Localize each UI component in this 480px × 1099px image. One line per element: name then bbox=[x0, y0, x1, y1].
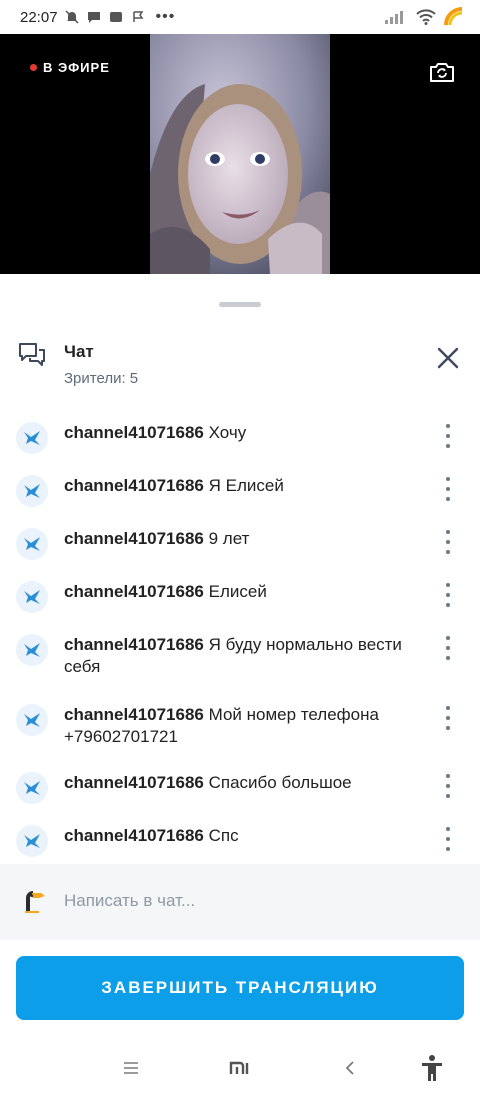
signal-icon bbox=[385, 11, 403, 24]
message-author[interactable]: channel41071686 bbox=[64, 705, 204, 724]
avatar[interactable] bbox=[16, 581, 48, 613]
viewer-count: Зрители: 5 bbox=[64, 370, 139, 387]
bird-avatar-icon bbox=[24, 643, 40, 657]
status-time: 22:07 bbox=[20, 8, 58, 26]
video-preview-area: В ЭФИРЕ bbox=[0, 34, 480, 274]
notification-icons bbox=[64, 9, 146, 25]
avatar[interactable] bbox=[16, 772, 48, 804]
toucan-avatar-icon bbox=[25, 891, 45, 913]
bird-avatar-icon bbox=[24, 590, 40, 604]
bird-avatar-icon bbox=[24, 781, 40, 795]
accessibility-nav-button[interactable] bbox=[418, 1054, 446, 1082]
system-navigation-bar bbox=[0, 1036, 480, 1099]
avatar[interactable] bbox=[16, 422, 48, 454]
message-text: 9 лет bbox=[208, 529, 250, 548]
message-more-button[interactable] bbox=[438, 475, 458, 503]
accessibility-icon bbox=[422, 1055, 442, 1081]
bird-avatar-icon bbox=[24, 484, 40, 498]
message-more-button[interactable] bbox=[438, 581, 458, 609]
chat-icon bbox=[19, 343, 45, 366]
live-badge: В ЭФИРЕ bbox=[30, 60, 110, 75]
close-icon[interactable] bbox=[434, 344, 462, 372]
camera-feed-image bbox=[150, 34, 330, 274]
message-more-button[interactable] bbox=[438, 422, 458, 450]
bird-avatar-icon bbox=[24, 713, 40, 727]
chat-sheet: Чат Зрители: 5 channel41071686 Хочу chan… bbox=[0, 274, 480, 1099]
message-author[interactable]: channel41071686 bbox=[64, 773, 204, 792]
bird-avatar-icon bbox=[24, 834, 40, 848]
bird-avatar-icon bbox=[24, 431, 40, 445]
home-nav-button[interactable] bbox=[226, 1054, 254, 1082]
battery-icon bbox=[444, 7, 463, 26]
message-text: Елисей bbox=[208, 582, 267, 601]
avatar[interactable] bbox=[16, 704, 48, 736]
chat-message-input[interactable] bbox=[64, 891, 444, 911]
flag-icon bbox=[132, 11, 143, 22]
message-icon bbox=[87, 12, 100, 23]
message-text: Спасибо большое bbox=[208, 773, 352, 792]
message-more-button[interactable] bbox=[438, 704, 458, 732]
message-text: Спс bbox=[208, 826, 239, 845]
message-text: Я Елисей bbox=[208, 476, 284, 495]
message-text: Хочу bbox=[208, 423, 247, 442]
sheet-drag-handle[interactable] bbox=[219, 302, 261, 307]
vk-icon bbox=[109, 12, 122, 22]
message-more-button[interactable] bbox=[438, 772, 458, 800]
status-bar: 22:07 ••• bbox=[0, 0, 480, 34]
end-stream-button[interactable]: ЗАВЕРШИТЬ ТРАНСЛЯЦИЮ bbox=[16, 956, 464, 1020]
avatar[interactable] bbox=[16, 634, 48, 666]
message-author[interactable]: channel41071686 bbox=[64, 826, 204, 845]
avatar[interactable] bbox=[16, 475, 48, 507]
message-author[interactable]: channel41071686 bbox=[64, 582, 204, 601]
avatar[interactable] bbox=[16, 825, 48, 857]
chat-title: Чат bbox=[64, 342, 94, 361]
chat-composer bbox=[0, 864, 480, 940]
camera-switch-icon[interactable] bbox=[428, 58, 456, 86]
menu-nav-button[interactable] bbox=[117, 1054, 145, 1082]
system-indicators bbox=[384, 7, 466, 27]
bird-avatar-icon bbox=[24, 537, 40, 551]
back-icon bbox=[345, 1061, 354, 1075]
menu-icon bbox=[124, 1062, 138, 1074]
message-author[interactable]: channel41071686 bbox=[64, 423, 204, 442]
more-notifications-icon: ••• bbox=[155, 8, 176, 25]
message-more-button[interactable] bbox=[438, 825, 458, 853]
message-more-button[interactable] bbox=[438, 528, 458, 556]
back-nav-button[interactable] bbox=[336, 1054, 364, 1082]
message-author[interactable]: channel41071686 bbox=[64, 635, 204, 654]
avatar[interactable] bbox=[16, 528, 48, 560]
live-dot-icon bbox=[30, 64, 37, 71]
camera-preview bbox=[150, 34, 330, 274]
message-author[interactable]: channel41071686 bbox=[64, 476, 204, 495]
wifi-icon bbox=[416, 9, 436, 25]
live-label: В ЭФИРЕ bbox=[43, 60, 110, 75]
chat-header: Чат Зрители: 5 bbox=[0, 332, 480, 392]
message-more-button[interactable] bbox=[438, 634, 458, 662]
mi-home-icon bbox=[229, 1061, 249, 1074]
mute-icon bbox=[65, 10, 79, 24]
message-author[interactable]: channel41071686 bbox=[64, 529, 204, 548]
